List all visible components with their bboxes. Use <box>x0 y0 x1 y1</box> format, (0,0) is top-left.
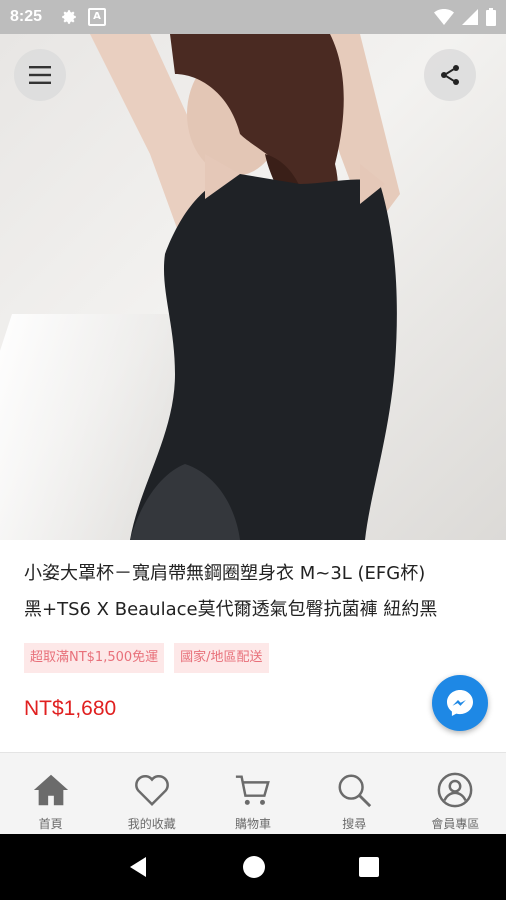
search-icon <box>338 774 372 808</box>
system-navigation-bar <box>0 834 506 900</box>
messenger-button[interactable] <box>432 675 488 731</box>
nav-label-member: 會員專區 <box>431 817 480 831</box>
heart-icon <box>134 775 169 806</box>
status-time: 8:25 <box>10 8 43 25</box>
promo-tags: 超取滿NT$1,500免運 國家/地區配送 <box>24 643 269 673</box>
menu-button[interactable] <box>14 49 66 101</box>
nav-label-home: 首頁 <box>38 817 63 831</box>
member-icon <box>438 772 473 808</box>
nav-label-favorites: 我的收藏 <box>127 817 176 831</box>
home-icon <box>33 774 68 806</box>
home-circle-icon[interactable] <box>242 855 266 879</box>
share-icon <box>441 65 459 85</box>
model-figure <box>90 34 400 540</box>
product-title: 小姿大罩杯－寬肩帶無鋼圈塑身衣 M~3L (EFG杯) 黑+TS6 X Beau… <box>24 556 490 628</box>
gear-icon <box>62 10 76 24</box>
share-button[interactable] <box>424 49 476 101</box>
a-notification-icon: A <box>88 8 107 26</box>
back-icon[interactable] <box>126 855 150 879</box>
nav-item-favorites[interactable]: 我的收藏 <box>101 753 202 835</box>
hamburger-menu-icon <box>29 66 51 84</box>
product-title-line2: 黑+TS6 X Beaulace莫代爾透氣包臀抗菌褲 紐約黑 <box>24 599 438 620</box>
product-title-line1: 小姿大罩杯－寬肩帶無鋼圈塑身衣 M~3L (EFG杯) <box>24 563 426 584</box>
product-image[interactable] <box>0 34 506 540</box>
tag-delivery-region[interactable]: 國家/地區配送 <box>174 643 269 673</box>
nav-label-cart: 購物車 <box>235 817 272 831</box>
product-price: NT$1,680 <box>24 697 117 720</box>
wifi-icon <box>434 9 454 25</box>
messenger-icon <box>447 690 473 716</box>
cart-icon <box>235 775 270 805</box>
tag-free-shipping: 超取滿NT$1,500免運 <box>24 643 165 673</box>
signal-icon <box>462 9 478 25</box>
status-bar: 8:25 A <box>0 0 506 34</box>
nav-item-home[interactable]: 首頁 <box>0 753 101 835</box>
nav-item-member[interactable]: 會員專區 <box>405 753 506 835</box>
nav-item-search[interactable]: 搜尋 <box>304 753 405 835</box>
bottom-navigation: 首頁 我的收藏 購物車 搜尋 會員專區 <box>0 752 506 835</box>
battery-icon <box>486 8 496 26</box>
recents-icon[interactable] <box>358 856 380 878</box>
nav-label-search: 搜尋 <box>342 817 367 831</box>
nav-item-cart[interactable]: 購物車 <box>202 753 303 835</box>
